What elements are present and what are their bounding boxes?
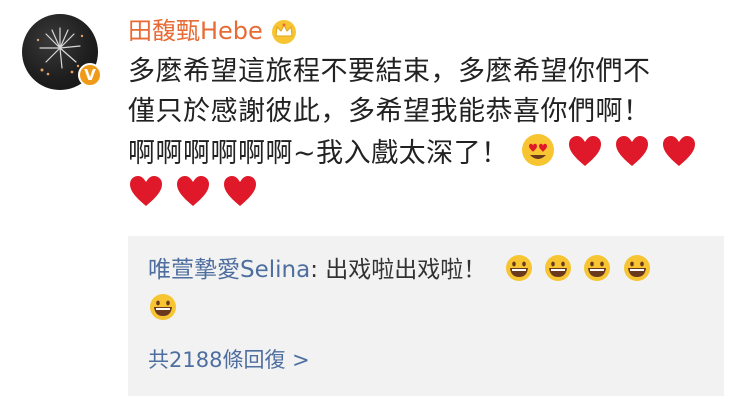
post-line [128, 174, 728, 214]
red-heart-icon [224, 176, 257, 206]
grinning-emoji-icon [584, 255, 611, 281]
post-body: 多麼希望這旅程不要結束，多麼希望你們不 僅只於感謝彼此，多希望我能恭喜你們啊！ … [128, 52, 728, 214]
view-replies-link[interactable]: 共2188條回復 > [148, 340, 310, 380]
reply-comment: 唯萱摯愛Selina: 出戏啦出戏啦！ [148, 250, 652, 290]
post-line-text: 啊啊啊啊啊啊~我入戲太深了！ [128, 138, 509, 169]
red-heart-icon [568, 136, 601, 166]
red-heart-icon [130, 176, 162, 206]
post-line: 多麼希望這旅程不要結束，多麼希望你們不 [128, 56, 651, 87]
red-heart-icon [177, 176, 210, 206]
post-line: 僅只於感謝彼此，多希望我能恭喜你們啊！ [128, 96, 651, 127]
heart-eyes-emoji-icon [521, 134, 554, 166]
red-heart-icon [663, 136, 695, 166]
grinning-emoji-icon [623, 255, 650, 281]
red-heart-icon [615, 136, 648, 166]
grinning-emoji-icon [544, 255, 571, 281]
grinning-emoji-icon [150, 294, 176, 320]
verified-mark: V [84, 66, 96, 84]
grinning-emoji-icon [505, 255, 532, 281]
author-name[interactable]: 田馥甄Hebe [128, 14, 263, 48]
reply-text: 出戏啦出戏啦！ [325, 257, 487, 283]
reply-username[interactable]: 唯萱摯愛Selina [148, 257, 310, 283]
reply-box[interactable]: 唯萱摯愛Selina: 出戏啦出戏啦！ 共2188條回復 > [128, 236, 724, 396]
post-line: 啊啊啊啊啊啊~我入戲太深了！ [128, 132, 728, 174]
post-author[interactable]: 田馥甄Hebe [128, 14, 299, 48]
verified-badge-icon: V [78, 63, 102, 87]
reply-comment-continued [148, 292, 178, 322]
reply-separator: : [310, 257, 326, 283]
crown-icon [271, 20, 296, 44]
